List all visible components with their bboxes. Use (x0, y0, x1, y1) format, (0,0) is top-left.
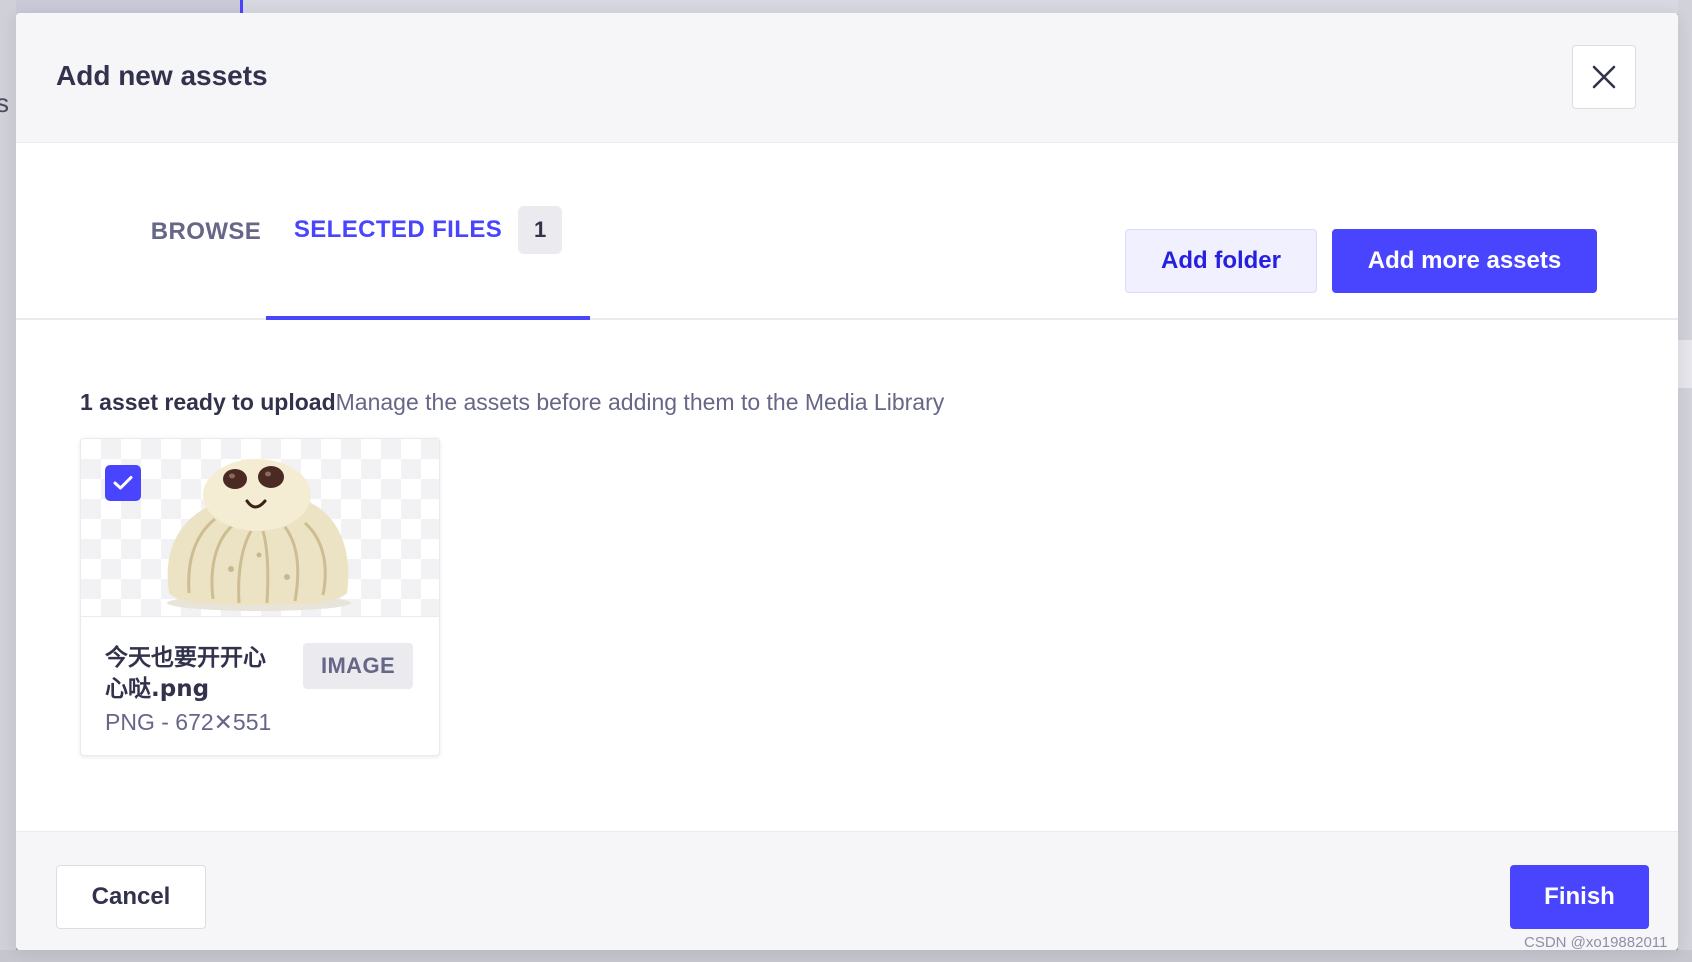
upload-summary: 1 asset ready to uploadManage the assets… (80, 388, 944, 416)
modal-footer: Cancel Finish (16, 831, 1678, 950)
modal-header: Add new assets (16, 13, 1678, 143)
background-nav-indicator (240, 0, 243, 14)
upload-help-text: Manage the assets before adding them to … (335, 389, 945, 415)
background-app-glyph: s (0, 88, 9, 118)
asset-file-meta: PNG - 672✕551 (105, 709, 272, 735)
cancel-button[interactable]: Cancel (56, 865, 206, 929)
asset-preview (81, 439, 439, 617)
tab-browse-label: BROWSE (150, 217, 262, 245)
background-app-card (1678, 340, 1692, 388)
asset-file-name: 今天也要开开心心哒.png (105, 645, 266, 702)
tab-selected-files-label: SELECTED FILES (293, 215, 503, 243)
asset-type-badge: IMAGE (303, 643, 413, 689)
close-icon (1592, 65, 1616, 89)
background-app-left (0, 0, 16, 962)
add-assets-modal: Add new assets BROWSE SELECTED FILES 1 A… (16, 13, 1678, 950)
close-button[interactable] (1572, 45, 1636, 109)
checkmark-icon (113, 476, 133, 490)
tab-selected-files[interactable]: SELECTED FILES 1 (266, 143, 590, 320)
background-app-bottom (0, 950, 1692, 962)
asset-select-checkbox[interactable] (105, 465, 141, 501)
selected-count-badge: 1 (518, 205, 563, 254)
background-app-topbar (0, 0, 1692, 14)
add-more-assets-button[interactable]: Add more assets (1332, 229, 1597, 293)
background-app-right (1678, 0, 1692, 962)
add-folder-button[interactable]: Add folder (1125, 229, 1317, 293)
upload-count-text: 1 asset ready to upload (80, 389, 336, 415)
upload-content: 1 asset ready to uploadManage the assets… (16, 320, 1678, 831)
asset-card-body: 今天也要开开心心哒.png IMAGE PNG - 672✕551 (81, 617, 439, 755)
tabs-bar: BROWSE SELECTED FILES 1 Add folder Add m… (16, 143, 1678, 320)
finish-button[interactable]: Finish (1510, 865, 1649, 929)
asset-thumbnail-image (167, 459, 351, 611)
modal-title: Add new assets (56, 60, 268, 91)
watermark-text: CSDN @xo19882011 (1524, 934, 1668, 951)
asset-card[interactable]: 今天也要开开心心哒.png IMAGE PNG - 672✕551 (80, 438, 440, 756)
